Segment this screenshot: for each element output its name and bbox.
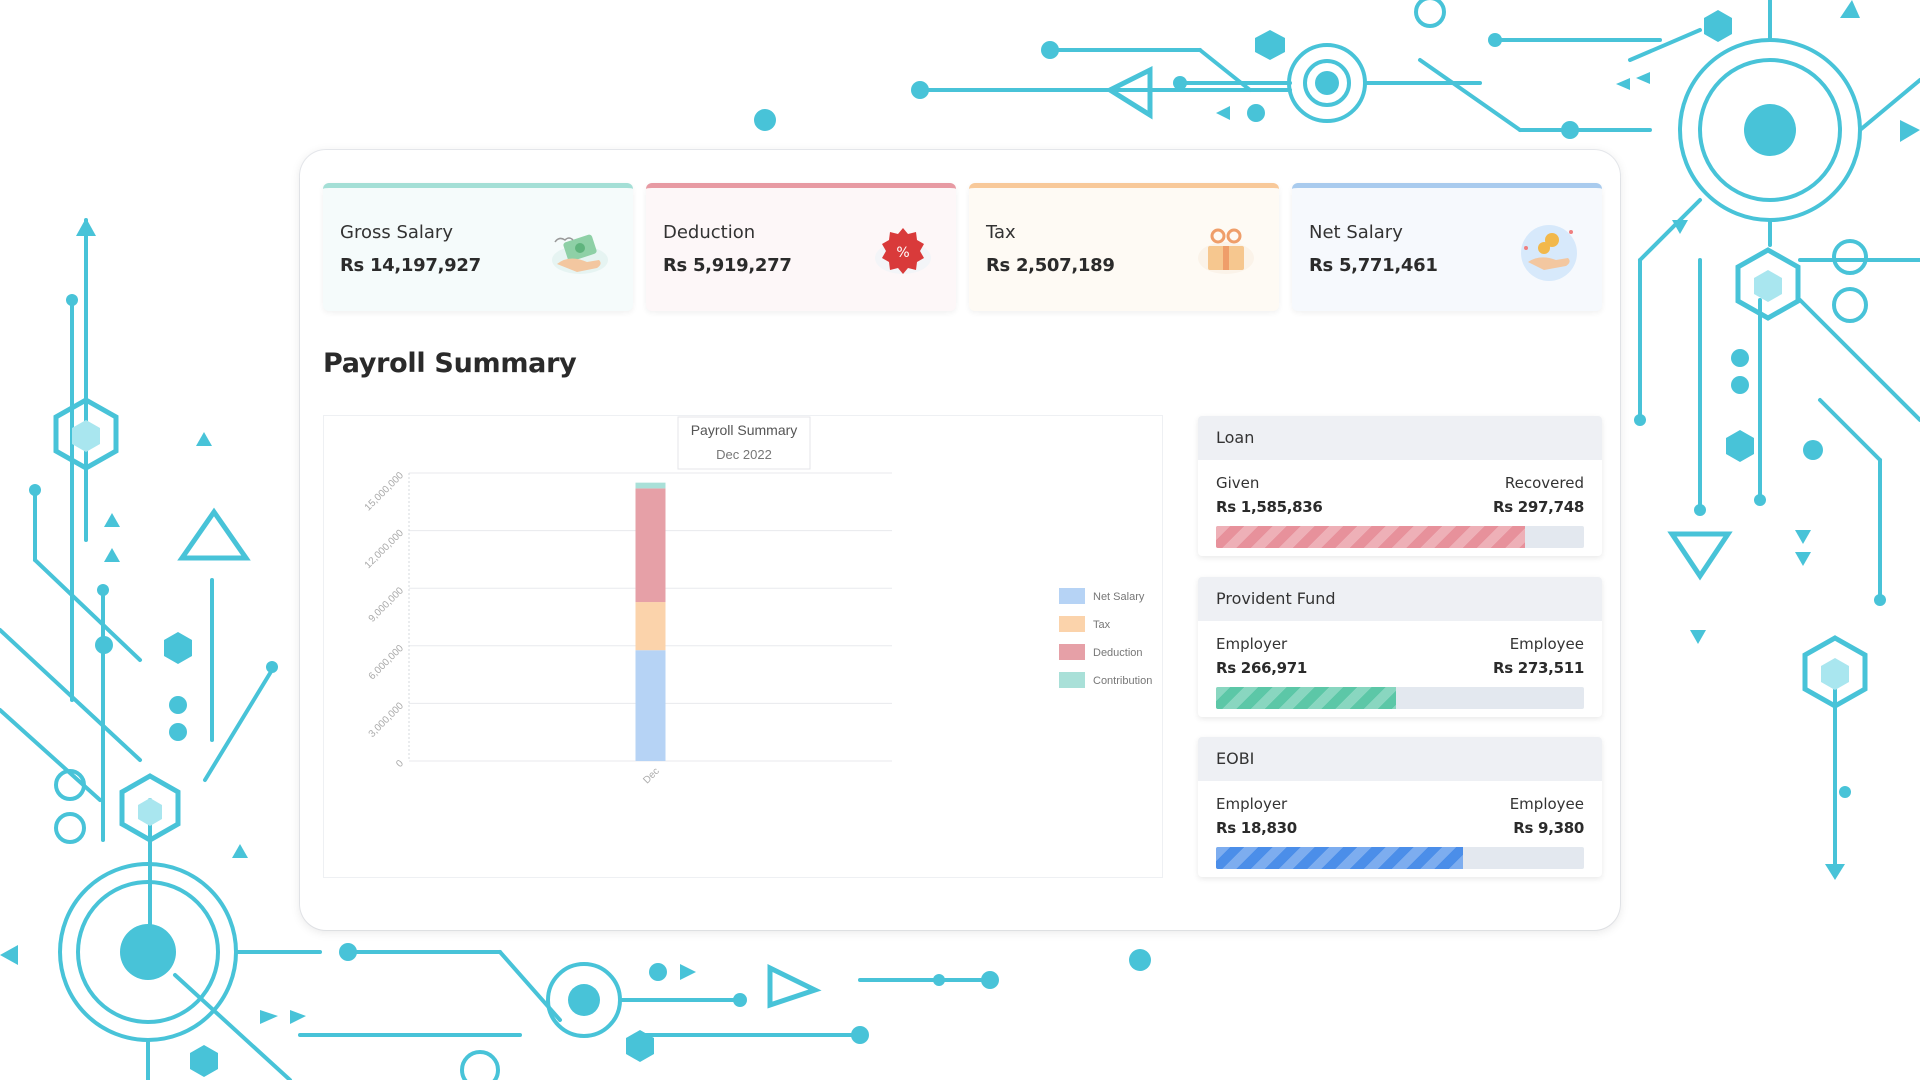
y-tick-label: 12,000,000 (363, 527, 406, 570)
pf-employer-label: Employer (1216, 635, 1288, 653)
loan-given-value: Rs 1,585,836 (1216, 498, 1323, 516)
card-label: Net Salary (1309, 222, 1403, 243)
coins-hand-icon (1521, 225, 1577, 281)
x-tick-label: Dec (641, 766, 661, 786)
y-tick-label: 9,000,000 (367, 585, 407, 625)
loan-progress-bar (1216, 526, 1584, 548)
pf-employee-label: Employee (1509, 635, 1584, 653)
money-hand-icon (552, 234, 608, 274)
bar-segment (635, 488, 666, 603)
loan-card: Loan Given Recovered Rs 1,585,836 Rs 297… (1198, 416, 1602, 556)
pf-employer-value: Rs 266,971 (1216, 659, 1308, 677)
legend-swatch (1059, 588, 1085, 604)
pf-progress-fill (1216, 687, 1397, 709)
eobi-employee-label: Employee (1509, 795, 1584, 813)
section-title: Payroll Summary (323, 348, 577, 379)
y-tick-label: 3,000,000 (367, 700, 407, 740)
card-label: Deduction (663, 222, 756, 243)
loan-recovered-label: Recovered (1504, 474, 1584, 492)
loan-recovered-value: Rs 297,748 (1492, 498, 1584, 516)
discount-badge-icon: % (875, 228, 931, 274)
legend-swatch (1059, 616, 1085, 632)
bar-segment (635, 650, 666, 761)
legend-swatch (1059, 644, 1085, 660)
y-tick-label: 15,000,000 (363, 470, 406, 513)
deduction-card[interactable]: Deduction Rs 5,919,277 % (646, 183, 956, 311)
gross-salary-card[interactable]: Gross Salary Rs 14,197,927 (323, 183, 633, 311)
y-tick-label: 6,000,000 (367, 643, 407, 683)
card-label: Gross Salary (340, 222, 453, 243)
card-value: Rs 2,507,189 (986, 255, 1115, 276)
eobi-card: EOBI Employer Employee Rs 18,830 Rs 9,38… (1198, 737, 1602, 877)
card-value: Rs 14,197,927 (340, 255, 481, 276)
pf-progress-bar (1216, 687, 1584, 709)
chart-title: Payroll Summary (691, 422, 798, 438)
y-tick-label: 0 (394, 758, 406, 770)
eobi-employer-label: Employer (1216, 795, 1288, 813)
loan-given-label: Given (1216, 474, 1260, 492)
chart-svg: 0 3,000,000 6,000,000 9,000,000 12,000,000 15… (363, 416, 1152, 786)
eobi-progress-bar (1216, 847, 1584, 869)
eobi-employer-value: Rs 18,830 (1216, 819, 1297, 837)
card-label: Tax (986, 222, 1016, 243)
tax-card[interactable]: Tax Rs 2,507,189 (969, 183, 1279, 311)
card-value: Rs 5,919,277 (663, 255, 792, 276)
net-salary-card[interactable]: Net Salary Rs 5,771,461 (1292, 183, 1602, 311)
eobi-progress-fill (1216, 847, 1463, 869)
legend-label: Tax (1093, 619, 1111, 631)
legend-swatch (1059, 672, 1085, 688)
legend-label: Deduction (1093, 647, 1143, 659)
payroll-summary-chart: 0 3,000,000 6,000,000 9,000,000 12,000,000 15… (323, 415, 1163, 878)
loan-progress-fill (1216, 526, 1526, 548)
provident-fund-card: Provident Fund Employer Employee Rs 266,… (1198, 577, 1602, 717)
chart-subtitle: Dec 2022 (716, 447, 772, 462)
payroll-dashboard-panel: Gross Salary Rs 14,197,927 Deduction Rs … (300, 150, 1620, 930)
legend-label: Net Salary (1093, 591, 1145, 603)
eobi-employee-value: Rs 9,380 (1513, 819, 1584, 837)
card-value: Rs 5,771,461 (1309, 255, 1438, 276)
loan-title: Loan (1198, 416, 1602, 460)
tax-gift-icon (1198, 228, 1254, 274)
legend-label: Contribution (1093, 675, 1152, 687)
pf-employee-value: Rs 273,511 (1492, 659, 1584, 677)
bar-segment (635, 482, 666, 489)
eobi-title: EOBI (1198, 737, 1602, 781)
svg-text:%: % (896, 245, 909, 261)
provident-fund-title: Provident Fund (1198, 577, 1602, 621)
bar-segment (635, 602, 666, 651)
